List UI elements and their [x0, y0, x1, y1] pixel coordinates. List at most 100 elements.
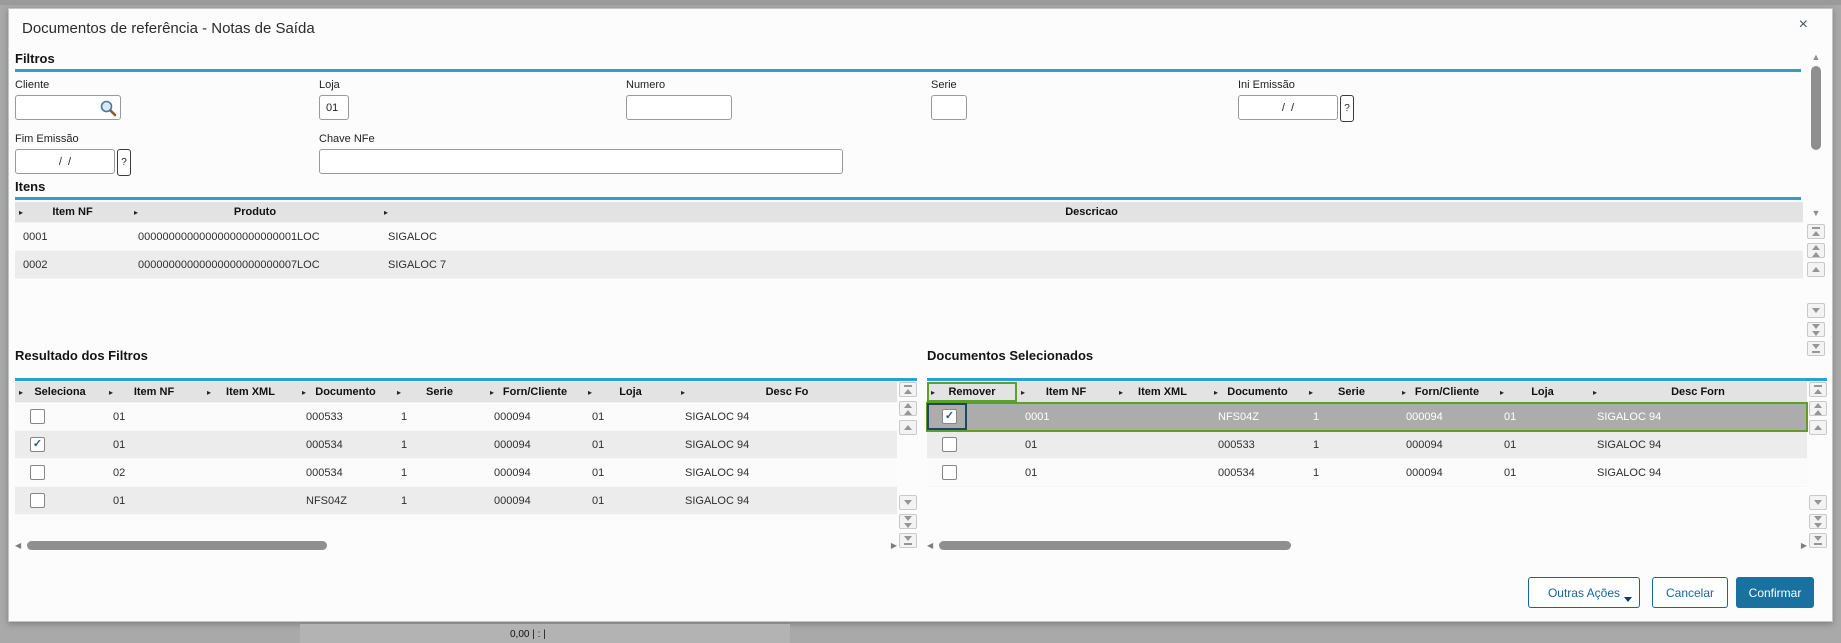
cell: 000094 [494, 410, 531, 423]
ini-emissao-input[interactable] [1238, 95, 1338, 120]
row-checkbox[interactable] [30, 409, 45, 424]
scroll-down-icon[interactable]: ▼ [1809, 207, 1823, 219]
cell: 000094 [494, 438, 531, 451]
column-header-label: Descricao [1065, 206, 1118, 218]
table-row[interactable]: ✓ 0001 NFS04Z 1 000094 01 SIGALOC 94 [926, 402, 1808, 432]
column-header-item-xml[interactable]: ▸ Item XML [1115, 382, 1210, 402]
grid-scroll-down-button[interactable] [1809, 495, 1827, 510]
table-row[interactable]: 01 000533 1 000094 01 SIGALOC 94 [15, 403, 897, 431]
scroll-left-icon[interactable]: ◀ [927, 540, 933, 551]
scrollbar-thumb[interactable] [939, 541, 1291, 550]
column-header-label: Serie [426, 386, 453, 398]
scrollbar-thumb[interactable] [27, 541, 327, 550]
selecionados-grid: ▸ Remover ▸ Item NF ▸ Item XML ▸ Documento ▸ Seri… [926, 382, 1808, 487]
grid-scroll-first-button[interactable] [899, 382, 917, 397]
resultado-horizontal-scrollbar[interactable]: ◀ ▶ [15, 539, 897, 552]
grid-scroll-first-button[interactable] [1807, 224, 1825, 239]
column-header-loja[interactable]: ▸ Loja [1496, 382, 1589, 402]
grid-scroll-down-button[interactable] [1807, 303, 1825, 318]
cell: 01 [113, 438, 126, 451]
row-checkbox[interactable] [942, 465, 957, 480]
grid-scroll-page-up-button[interactable] [1807, 243, 1825, 258]
column-header-loja[interactable]: ▸ Loja [584, 382, 677, 402]
sort-icon: ▸ [207, 387, 212, 397]
column-header-item-nf[interactable]: ▸ Item NF [105, 382, 203, 402]
grid-scroll-last-button[interactable] [1807, 341, 1825, 356]
column-header-serie[interactable]: ▸ Serie [393, 382, 486, 402]
search-icon[interactable] [99, 99, 117, 117]
fim-emissao-input[interactable] [15, 149, 115, 174]
selecionados-horizontal-scrollbar[interactable]: ◀ ▶ [927, 539, 1807, 552]
table-row[interactable]: 0001 00000000000000000000000001LOC SIGALOC [15, 223, 1803, 251]
fim-emissao-help-button[interactable]: ? [117, 149, 131, 176]
column-header-serie[interactable]: ▸ Serie [1305, 382, 1398, 402]
cell [15, 459, 105, 486]
grid-scroll-last-button[interactable] [899, 533, 917, 548]
table-row[interactable]: 0002 00000000000000000000000007LOC SIGALOC… [15, 251, 1803, 279]
loja-input[interactable] [319, 95, 349, 120]
table-row[interactable]: ✓ 01 000534 1 000094 01 SIGALOC 94 [15, 431, 897, 459]
scroll-left-icon[interactable]: ◀ [15, 540, 21, 551]
scrollbar-thumb[interactable] [1811, 66, 1821, 150]
column-header-item-nf[interactable]: ▸ Item NF [1017, 382, 1115, 402]
cell: NFS04Z [306, 494, 347, 507]
grid-scroll-page-down-button[interactable] [899, 514, 917, 529]
grid-scroll-page-up-button[interactable] [899, 401, 917, 416]
close-icon[interactable]: × [1799, 17, 1808, 33]
grid-scroll-first-button[interactable] [1809, 382, 1827, 397]
grid-scroll-page-down-button[interactable] [1807, 322, 1825, 337]
cell [203, 431, 298, 458]
confirmar-button[interactable]: Confirmar [1736, 577, 1814, 608]
grid-scroll-up-button[interactable] [1807, 262, 1825, 277]
scroll-up-icon[interactable]: ▲ [1809, 51, 1823, 63]
row-checkbox[interactable]: ✓ [942, 409, 957, 424]
column-header-label: Item XML [1138, 386, 1187, 398]
scroll-right-icon[interactable]: ▶ [1801, 540, 1807, 551]
sort-icon: ▸ [19, 207, 24, 217]
serie-input[interactable] [931, 95, 967, 120]
scroll-right-icon[interactable]: ▶ [891, 540, 897, 551]
dialog-vertical-scrollbar[interactable]: ▲ ▼ [1809, 51, 1823, 219]
row-checkbox[interactable] [30, 493, 45, 508]
column-header-documento[interactable]: ▸ Documento [298, 382, 393, 402]
sort-icon: ▸ [1021, 387, 1026, 397]
column-header-descricao[interactable]: ▸ Descricao [380, 202, 1803, 222]
numero-input[interactable] [626, 95, 732, 120]
table-row[interactable]: 01 NFS04Z 1 000094 01 SIGALOC 94 [15, 487, 897, 515]
table-row[interactable]: 01 000533 1 000094 01 SIGALOC 94 [927, 431, 1807, 459]
grid-scroll-page-down-button[interactable] [1809, 514, 1827, 529]
chave-nfe-input[interactable] [319, 149, 843, 174]
row-checkbox[interactable] [942, 437, 957, 452]
cell [203, 403, 298, 430]
column-header-seleciona[interactable]: ▸ Seleciona [15, 382, 105, 402]
cancelar-button[interactable]: Cancelar [1652, 577, 1728, 608]
section-divider [927, 378, 1827, 381]
table-row[interactable]: 02 000534 1 000094 01 SIGALOC 94 [15, 459, 897, 487]
row-checkbox[interactable]: ✓ [30, 437, 45, 452]
selecionados-panel: Documentos Selecionados ▸ Remover ▸ Item NF… [926, 348, 1827, 565]
column-header-documento[interactable]: ▸ Documento [1210, 382, 1305, 402]
column-header-item-nf[interactable]: ▸ Item NF [15, 202, 130, 222]
column-header-desc-fo[interactable]: ▸ Desc Fo [677, 382, 897, 402]
grid-scroll-up-button[interactable] [1809, 420, 1827, 435]
table-row[interactable]: 01 000534 1 000094 01 SIGALOC 94 [927, 459, 1807, 487]
outras-acoes-button[interactable]: Outras Ações [1528, 577, 1640, 608]
background-fragment-text: 0,00 | : | [510, 629, 546, 640]
column-header-forn-cliente[interactable]: ▸ Forn/Cliente [1398, 382, 1496, 402]
column-header-remover[interactable]: ▸ Remover [927, 382, 1017, 402]
row-checkbox[interactable] [30, 465, 45, 480]
grid-scroll-up-button[interactable] [899, 420, 917, 435]
cell: 01 [592, 466, 605, 479]
cell: SIGALOC 94 [685, 410, 750, 423]
column-header-forn-cliente[interactable]: ▸ Forn/Cliente [486, 382, 584, 402]
grid-scroll-down-button[interactable] [899, 495, 917, 510]
field-fim-emissao: Fim Emissão ? [15, 133, 131, 176]
field-cliente: Cliente [15, 79, 121, 120]
grid-scroll-page-up-button[interactable] [1809, 401, 1827, 416]
column-header-desc-forn[interactable]: ▸ Desc Forn [1589, 382, 1807, 402]
sort-icon: ▸ [109, 387, 114, 397]
column-header-produto[interactable]: ▸ Produto [130, 202, 380, 222]
column-header-item-xml[interactable]: ▸ Item XML [203, 382, 298, 402]
ini-emissao-help-button[interactable]: ? [1340, 95, 1354, 122]
grid-scroll-last-button[interactable] [1809, 533, 1827, 548]
